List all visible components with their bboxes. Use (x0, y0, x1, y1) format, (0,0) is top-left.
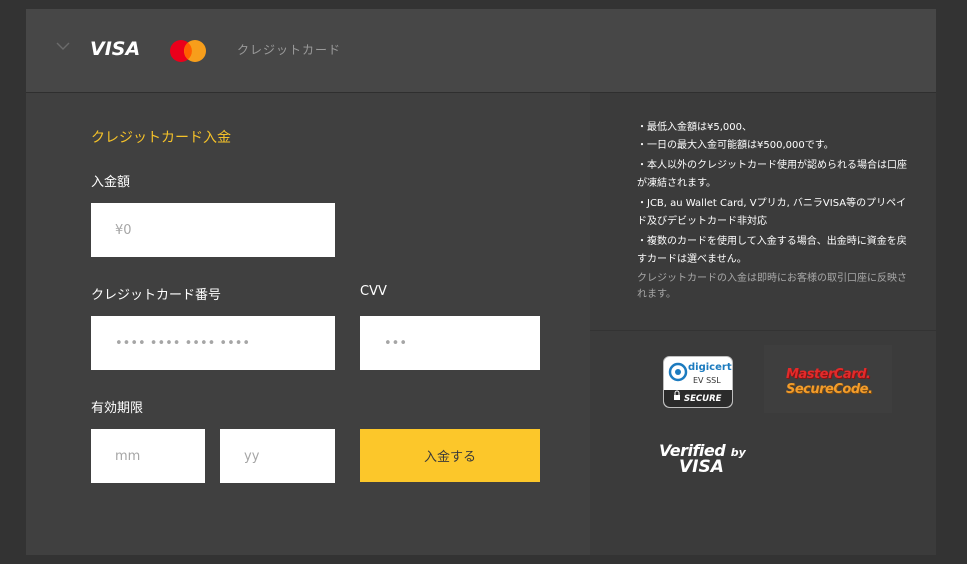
info-panel: ・最低入金額は¥5,000、 ・一日の最大入金可能額は¥500,000です。 ・… (590, 93, 936, 555)
note-item: ・本人以外のクレジットカード使用が認められる場合は口座が凍結されます。 (637, 160, 907, 189)
note-item: ・複数のカードを使用して入金する場合、出金時に資金を戻すカードは選べません。 (637, 236, 907, 265)
deposit-notes: ・最低入金額は¥5,000、 ・一日の最大入金可能額は¥500,000です。 ・… (637, 119, 907, 305)
chevron-down-icon[interactable] (56, 42, 70, 51)
note-item: ・一日の最大入金可能額は¥500,000です。 (637, 140, 834, 151)
form-title: クレジットカード入金 (91, 130, 231, 146)
digicert-brand: digicert (688, 362, 732, 373)
amount-input[interactable] (91, 203, 335, 257)
deposit-form: クレジットカード入金 入金額 クレジットカード番号 CVV 有効期限 入金する (26, 93, 590, 555)
note-item: ・JCB, au Wallet Card, Vプリカ, バニラVISA等のプリペ… (637, 198, 907, 227)
expiry-year-input[interactable] (220, 429, 335, 483)
digicert-ev-text: EV SSL (693, 376, 721, 385)
mastercard-logo (170, 40, 206, 62)
cvv-input[interactable] (360, 316, 540, 370)
verified-by-visa-badge: Verified by VISA (659, 441, 746, 477)
card-type-label: クレジットカード (237, 43, 342, 57)
visa-logo: VISA (90, 38, 141, 60)
card-number-label: クレジットカード番号 (91, 288, 222, 303)
digicert-ev-ssl-badge: digicert EV SSL SECURE (663, 356, 733, 408)
payment-method-header[interactable]: VISA クレジットカード (26, 9, 936, 93)
securecode-text: SecureCode. (786, 382, 873, 397)
mastercard-text: MasterCard. (786, 367, 871, 382)
payment-panel: VISA クレジットカード クレジットカード入金 入金額 クレジットカード番号 … (26, 9, 936, 555)
digicert-secure-text: SECURE (684, 394, 722, 404)
note-footer: クレジットカードの入金は即時にお客様の取引口座に反映されます。 (637, 273, 907, 300)
amount-label: 入金額 (91, 175, 131, 190)
expiry-month-input[interactable] (91, 429, 205, 483)
mastercard-securecode-badge: MasterCard. SecureCode. (764, 345, 892, 413)
cvv-label: CVV (360, 284, 387, 299)
note-item: ・最低入金額は¥5,000、 (637, 122, 752, 133)
expiry-label: 有効期限 (91, 401, 144, 416)
deposit-button[interactable]: 入金する (360, 429, 540, 482)
by-text: by (730, 446, 746, 459)
card-number-input[interactable] (91, 316, 335, 370)
visa-text: VISA (679, 457, 724, 477)
security-badges: digicert EV SSL SECURE MasterCard. Secur… (590, 331, 936, 555)
